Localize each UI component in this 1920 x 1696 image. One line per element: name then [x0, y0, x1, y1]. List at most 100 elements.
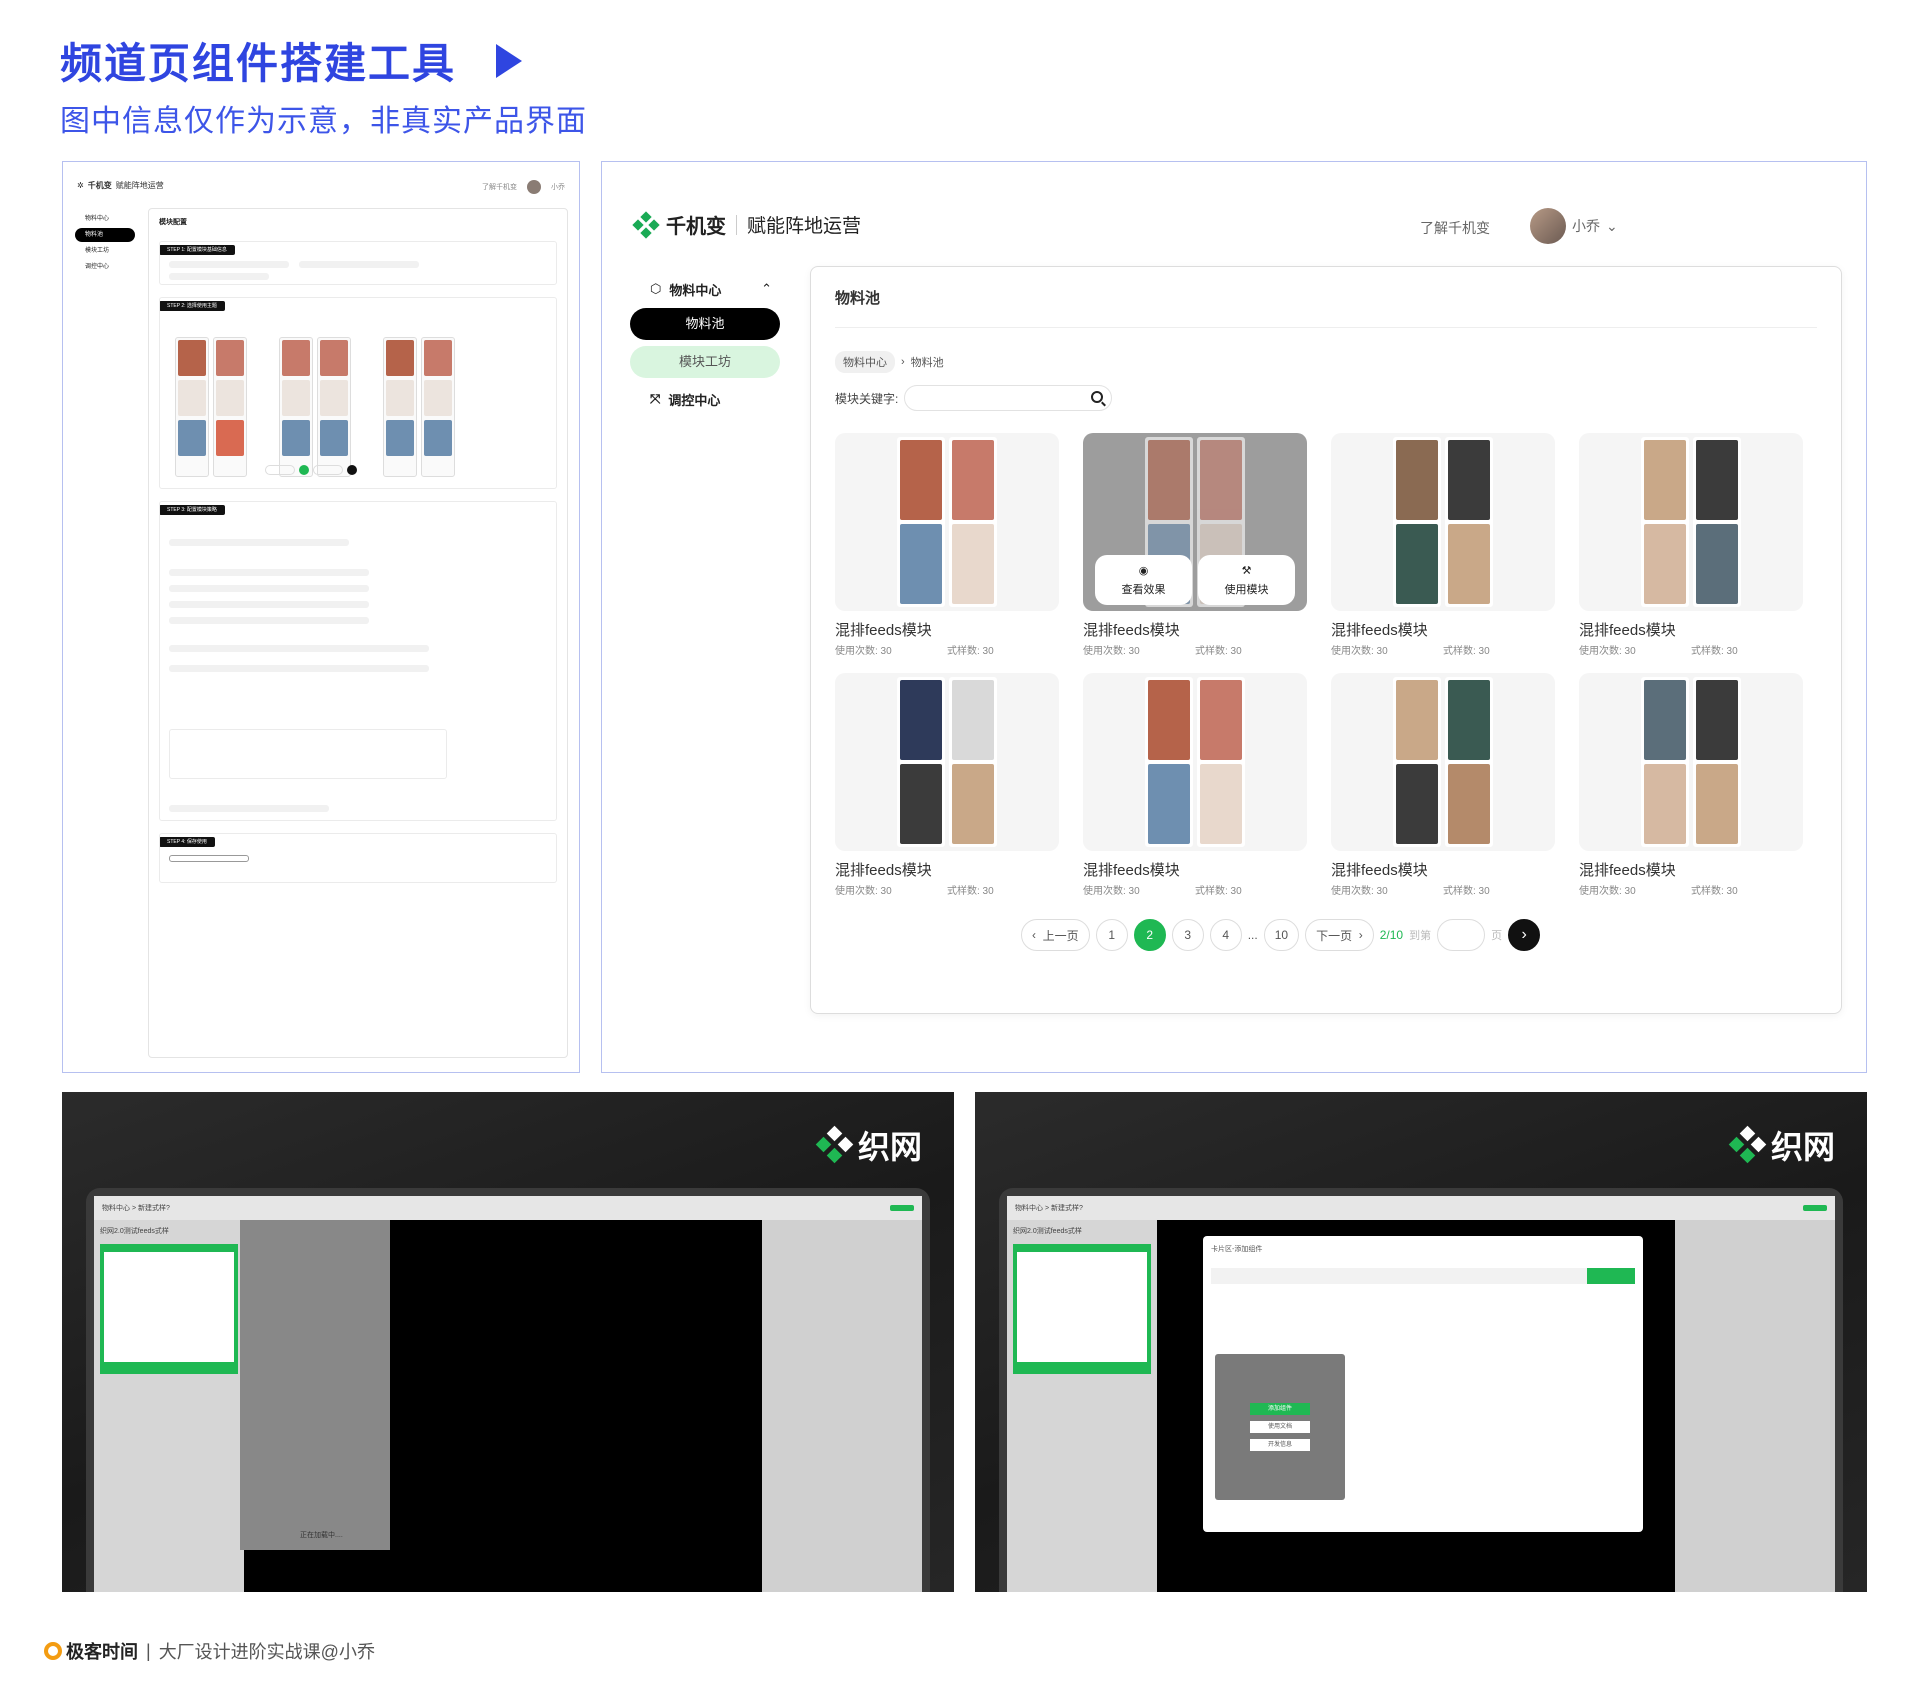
- p1-learn-link[interactable]: 了解千机变: [482, 182, 517, 192]
- module-title: 混排feeds模块: [1083, 622, 1180, 639]
- component-card[interactable]: 添加组件 使用文档 开发信息: [1215, 1354, 1345, 1500]
- p1-pager[interactable]: [265, 465, 357, 475]
- goto-label: 到第: [1409, 930, 1432, 942]
- module-preview[interactable]: [1579, 433, 1803, 611]
- theme-thumbs[interactable]: [279, 337, 351, 477]
- laptop-frame: 物料中心 > 新建式样? 织网2.0测试feeds式样 正在加载中....: [86, 1188, 930, 1592]
- module-card[interactable]: 混排feeds模块 使用次数: 30 式样数: 30: [835, 673, 1059, 897]
- page-button[interactable]: 4: [1209, 919, 1242, 951]
- breadcrumb-current: 物料池: [910, 357, 944, 369]
- module-card[interactable]: 混排feeds模块 使用次数: 30 式样数: 30: [1579, 673, 1803, 897]
- module-preview[interactable]: [1331, 673, 1555, 851]
- page-ellipsis: ...: [1247, 928, 1258, 942]
- goto-page-input[interactable]: [1437, 919, 1486, 951]
- use-count: 使用次数: 30: [1331, 646, 1388, 657]
- page-button-current[interactable]: 2: [1133, 919, 1166, 951]
- p1-nav-item[interactable]: 物料中心: [75, 212, 135, 226]
- module-preview[interactable]: [1331, 433, 1555, 611]
- module-card[interactable]: 混排feeds模块 使用次数: 30 式样数: 30: [1083, 673, 1307, 897]
- view-effect-button[interactable]: ◉ 查看效果: [1095, 555, 1192, 605]
- user-menu[interactable]: 小乔 ⌄: [1530, 208, 1618, 244]
- search-icon[interactable]: [1091, 391, 1104, 403]
- component-tree: 织网2.0测试feeds式样: [1007, 1220, 1157, 1592]
- phone-preview: 正在加载中....: [240, 1220, 390, 1550]
- property-panel: [1675, 1220, 1835, 1592]
- page-button[interactable]: 3: [1171, 919, 1204, 951]
- config-form-preview: ✲ 千机变 赋能阵地运营 了解千机变 小乔 物料中心 物料池 模块工坊 调控中心 …: [62, 161, 580, 1073]
- logo-icon: [632, 210, 660, 239]
- divider: [835, 327, 1817, 328]
- chevron-left-icon: ‹: [1032, 928, 1036, 942]
- module-title: 混排feeds模块: [1331, 622, 1428, 639]
- style-count: 式样数: 30: [1195, 646, 1242, 657]
- selected-component[interactable]: [100, 1244, 238, 1374]
- use-count: 使用次数: 30: [1083, 886, 1140, 897]
- module-preview[interactable]: [1083, 673, 1307, 851]
- logo-icon: ✲: [77, 181, 84, 190]
- sidebar-item-workshop[interactable]: 模块工坊: [630, 346, 780, 378]
- chevron-down-icon: ⌄: [1606, 217, 1618, 234]
- page-title: 频道页组件搭建工具: [60, 30, 523, 91]
- p1-form-card: 模块配置 STEP 1: 配置模块基础信息 STEP 2: 选择使用主题 STE…: [148, 208, 568, 1058]
- breadcrumb-root[interactable]: 物料中心: [835, 351, 895, 373]
- module-preview[interactable]: [1579, 673, 1803, 851]
- editor-showcase: 织网 物料中心 > 新建式样? 织网2.0测试feeds式样 正在加载中....: [62, 1092, 954, 1592]
- modal-search-input[interactable]: [1211, 1268, 1635, 1284]
- p1-user[interactable]: 小乔: [551, 182, 565, 192]
- module-preview[interactable]: ◉ 查看效果 ⚒ 使用模块: [1083, 433, 1307, 611]
- p1-sidebar: 物料中心 物料池 模块工坊 调控中心: [75, 212, 135, 276]
- module-card[interactable]: 混排feeds模块 使用次数: 30 式样数: 30: [1331, 673, 1555, 897]
- search-input[interactable]: [904, 385, 1113, 411]
- pool-title: 物料池: [835, 290, 881, 307]
- avatar[interactable]: [527, 180, 541, 194]
- modal-search-button[interactable]: [1587, 1268, 1635, 1284]
- play-icon: [496, 43, 523, 78]
- logo-icon: [815, 1125, 854, 1164]
- use-module-button[interactable]: ⚒ 使用模块: [1198, 555, 1295, 605]
- prev-page-button[interactable]: ‹ 上一页: [1021, 919, 1090, 951]
- page-button[interactable]: 1: [1095, 919, 1128, 951]
- module-card[interactable]: ◉ 查看效果 ⚒ 使用模块 混排feeds模块 使用次数: 30 式样数: 30: [1083, 433, 1307, 657]
- module-card[interactable]: 混排feeds模块 使用次数: 30 式样数: 30: [1331, 433, 1555, 657]
- publish-button[interactable]: [890, 1205, 914, 1211]
- go-button[interactable]: ›: [1508, 919, 1541, 951]
- avatar: [1530, 208, 1566, 244]
- app-logo: 千机变 赋能阵地运营: [632, 210, 861, 239]
- use-count: 使用次数: 30: [1331, 886, 1388, 897]
- course-credit: 大厂设计进阶实战课@小乔: [158, 1642, 375, 1662]
- theme-thumbs[interactable]: [175, 337, 247, 477]
- module-preview[interactable]: [835, 673, 1059, 851]
- logo-icon: [1728, 1125, 1767, 1164]
- component-tree: 织网2.0测试feeds式样: [94, 1220, 244, 1592]
- selected-component[interactable]: [1013, 1244, 1151, 1374]
- add-component-showcase: 织网 物料中心 > 新建式样? 织网2.0测试feeds式样 卡片区-添加组件 …: [975, 1092, 1867, 1592]
- next-page-button[interactable]: 下一页 ›: [1305, 919, 1374, 951]
- p1-header: ✲ 千机变 赋能阵地运营: [77, 181, 164, 190]
- cube-icon: ⬡: [650, 281, 662, 296]
- wrench-icon: ⚒: [1241, 564, 1252, 577]
- eye-icon: ◉: [1138, 564, 1149, 577]
- publish-button[interactable]: [1803, 1205, 1827, 1211]
- p1-nav-item[interactable]: 模块工坊: [75, 244, 135, 258]
- editor-screen: 物料中心 > 新建式样? 织网2.0测试feeds式样 卡片区-添加组件 添加组…: [1007, 1196, 1835, 1592]
- doc-button[interactable]: 使用文档: [1250, 1421, 1310, 1433]
- module-title: 混排feeds模块: [1579, 622, 1676, 639]
- p1-nav-item[interactable]: 物料池: [75, 228, 135, 242]
- p1-nav-item[interactable]: 调控中心: [75, 260, 135, 274]
- geektime-icon: [44, 1642, 62, 1660]
- chevron-right-icon: ›: [1358, 928, 1363, 942]
- add-component-button[interactable]: 添加组件: [1250, 1403, 1310, 1415]
- p1-save-button[interactable]: [169, 855, 249, 862]
- learn-more-link[interactable]: 了解千机变: [1420, 218, 1490, 238]
- sidebar-group-material[interactable]: ⬡ 物料中心 ⌃: [630, 274, 780, 304]
- dev-info-button[interactable]: 开发信息: [1250, 1439, 1310, 1451]
- module-preview[interactable]: [835, 433, 1059, 611]
- module-card[interactable]: 混排feeds模块 使用次数: 30 式样数: 30: [1579, 433, 1803, 657]
- page-button[interactable]: 10: [1263, 919, 1300, 951]
- page-subtitle: 图中信息仅作为示意，非真实产品界面: [60, 105, 587, 138]
- theme-thumbs[interactable]: [383, 337, 455, 477]
- sidebar-item-pool[interactable]: 物料池: [630, 308, 780, 340]
- sidebar-group-control[interactable]: ⤧ 调控中心: [630, 384, 780, 414]
- module-card[interactable]: 混排feeds模块 使用次数: 30 式样数: 30: [835, 433, 1059, 657]
- chevron-up-icon: ⌃: [761, 281, 772, 296]
